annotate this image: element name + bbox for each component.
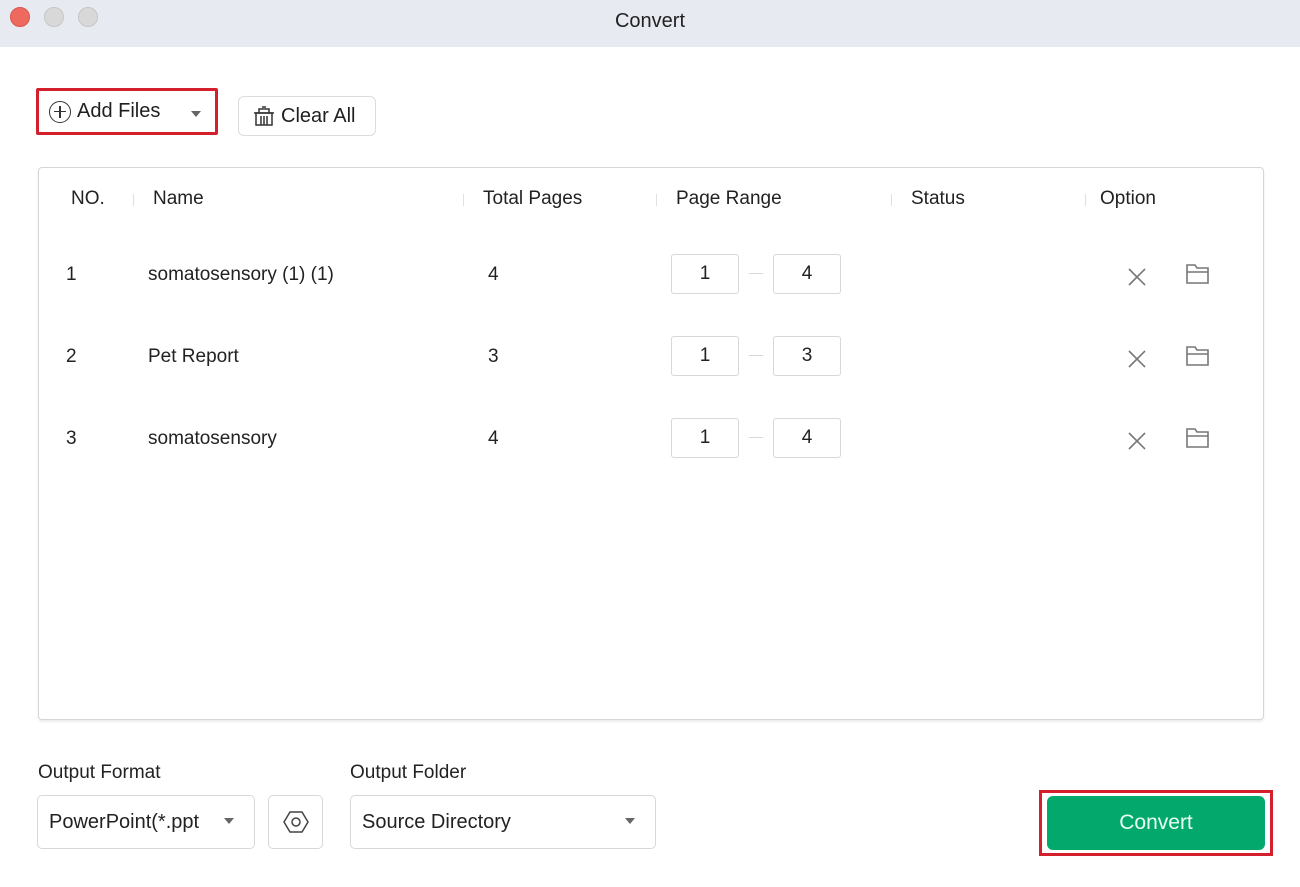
file-name: somatosensory (1) (1): [148, 264, 334, 285]
column-divider: [1085, 194, 1086, 206]
output-format-value: PowerPoint(*.pptx): [49, 810, 199, 833]
chevron-down-icon[interactable]: [191, 111, 201, 117]
folder-icon[interactable]: [1185, 344, 1211, 368]
range-from-input[interactable]: 1: [671, 254, 739, 294]
file-name: Pet Report: [148, 346, 239, 367]
row-number: 3: [66, 428, 77, 449]
column-header-no: NO.: [71, 188, 105, 209]
range-from-input[interactable]: 1: [671, 336, 739, 376]
add-files-button[interactable]: Add Files: [36, 88, 218, 135]
chevron-down-icon: [625, 818, 635, 824]
column-header-status: Status: [911, 188, 965, 209]
clear-all-button[interactable]: Clear All: [238, 96, 376, 136]
range-dash: [749, 273, 763, 274]
trash-icon: [254, 106, 274, 126]
chevron-down-icon: [224, 818, 234, 824]
output-format-label: Output Format: [38, 762, 161, 783]
file-name: somatosensory: [148, 428, 277, 449]
table-row[interactable]: 1 somatosensory (1) (1) 4 1 4: [39, 254, 1263, 314]
range-to-input[interactable]: 4: [773, 418, 841, 458]
column-divider: [133, 194, 134, 206]
column-divider: [463, 194, 464, 206]
add-files-label: Add Files: [77, 100, 161, 122]
total-pages: 4: [488, 264, 499, 285]
total-pages: 3: [488, 346, 499, 367]
title-bar: Convert: [0, 0, 1300, 47]
folder-icon[interactable]: [1185, 262, 1211, 286]
close-icon[interactable]: [1125, 347, 1149, 371]
column-header-name: Name: [153, 188, 204, 209]
column-divider: [891, 194, 892, 206]
output-folder-value: Source Directory: [362, 810, 511, 833]
row-number: 2: [66, 346, 77, 367]
range-dash: [749, 437, 763, 438]
column-header-option: Option: [1100, 188, 1156, 209]
column-divider: [656, 194, 657, 206]
plus-circle-icon: [49, 100, 71, 123]
clear-all-label: Clear All: [281, 104, 356, 127]
column-header-total-pages: Total Pages: [483, 188, 583, 209]
row-number: 1: [66, 264, 77, 285]
table-row[interactable]: 2 Pet Report 3 1 3: [39, 336, 1263, 396]
range-from-input[interactable]: 1: [671, 418, 739, 458]
settings-icon: [282, 811, 309, 833]
range-to-input[interactable]: 3: [773, 336, 841, 376]
convert-button[interactable]: Convert: [1047, 796, 1265, 850]
output-folder-select[interactable]: Source Directory: [350, 795, 656, 849]
total-pages: 4: [488, 428, 499, 449]
window-title: Convert: [614, 10, 686, 32]
file-table: NO. Name Total Pages Page Range Status O…: [38, 167, 1264, 720]
range-dash: [749, 355, 763, 356]
output-folder-label: Output Folder: [350, 762, 467, 783]
close-icon[interactable]: [1125, 429, 1149, 453]
format-settings-button[interactable]: [268, 795, 323, 849]
close-icon[interactable]: [1125, 265, 1149, 289]
folder-icon[interactable]: [1185, 426, 1211, 450]
column-header-page-range: Page Range: [676, 188, 782, 209]
output-format-select[interactable]: PowerPoint(*.pptx): [37, 795, 255, 849]
table-row[interactable]: 3 somatosensory 4 1 4: [39, 418, 1263, 478]
range-to-input[interactable]: 4: [773, 254, 841, 294]
